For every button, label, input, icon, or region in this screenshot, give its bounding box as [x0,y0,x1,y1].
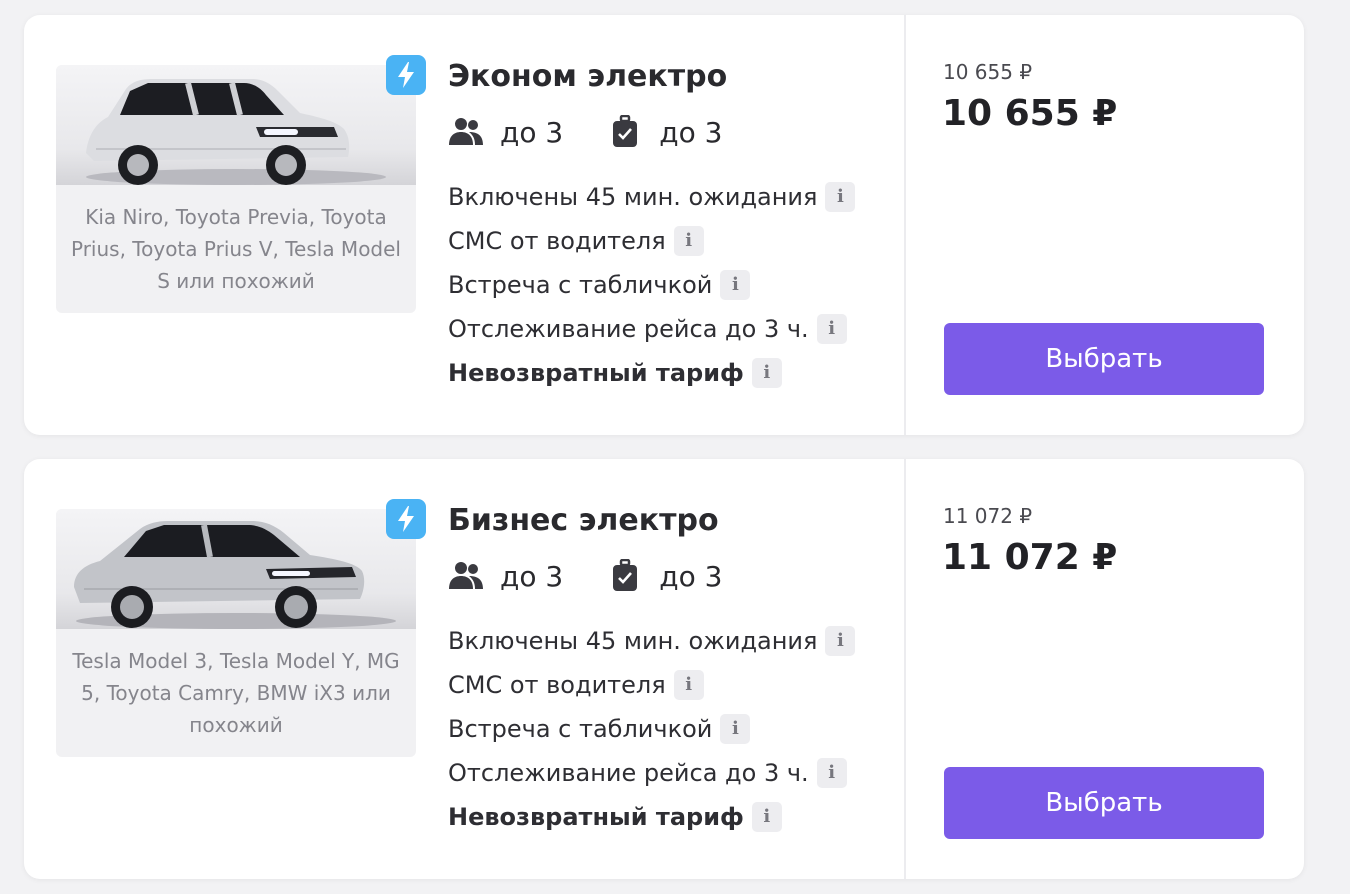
capacity-row: до 3 до 3 [448,115,722,149]
tariff-card-business-electro: Tesla Model 3, Tesla Model Y, MG 5, Toyo… [24,459,1304,879]
luggage-capacity: до 3 [607,559,722,593]
select-button[interactable]: Выбрать [944,323,1264,395]
price: 10 655 ₽ [942,93,1118,134]
tariff-card-economy-electro: Kia Niro, Toyota Previa, Toyota Prius, T… [24,15,1304,435]
feature-label: Невозвратный тариф [448,359,744,387]
passengers-icon [449,562,483,589]
card-divider [904,459,906,879]
feature-item: Включены 45 мин. ожидания i [448,619,856,663]
info-icon[interactable]: i [825,182,856,212]
feature-label: СМС от водителя [448,671,666,699]
car-preview: Tesla Model 3, Tesla Model Y, MG 5, Toyo… [56,509,416,757]
passengers-value: до 3 [500,559,564,593]
info-icon[interactable]: i [816,758,847,788]
features-list: Включены 45 мин. ожидания i СМС от водит… [448,619,856,839]
info-icon[interactable]: i [751,358,782,388]
feature-label: Отслеживание рейса до 3 ч. [448,759,809,787]
feature-item: Включены 45 мин. ожидания i [448,175,856,219]
feature-label: Встреча с табличкой [448,271,713,299]
info-icon[interactable]: i [720,270,751,300]
card-divider [904,15,906,435]
luggage-capacity: до 3 [607,115,722,149]
info-icon[interactable]: i [673,670,704,700]
info-icon[interactable]: i [816,314,847,344]
feature-label: Включены 45 мин. ожидания [448,627,818,655]
info-icon[interactable]: i [751,802,782,832]
car-image [56,65,416,185]
car-models-text: Tesla Model 3, Tesla Model Y, MG 5, Toyo… [72,649,400,737]
feature-item: СМС от водителя i [448,219,855,263]
passenger-capacity: до 3 [448,559,563,593]
feature-item: Встреча с табличкой i [448,263,855,307]
feature-item: СМС от водителя i [448,663,855,707]
lightning-icon [386,499,426,539]
feature-label: Включены 45 мин. ожидания [448,183,818,211]
info-icon[interactable]: i [673,226,704,256]
feature-label: Встреча с табличкой [448,715,713,743]
luggage-value: до 3 [659,115,723,149]
luggage-value: до 3 [659,559,723,593]
select-button[interactable]: Выбрать [944,767,1264,839]
tariff-title: Эконом электро [448,59,728,94]
old-price: 11 072 ₽ [943,504,1033,528]
capacity-row: до 3 до 3 [448,559,722,593]
feature-item-nonrefundable: Невозвратный тариф i [448,351,855,395]
passengers-icon [449,118,483,145]
feature-item-nonrefundable: Невозвратный тариф i [448,795,855,839]
luggage-icon [613,115,638,147]
info-icon[interactable]: i [720,714,751,744]
features-list: Включены 45 мин. ожидания i СМС от водит… [448,175,856,395]
feature-item: Отслеживание рейса до 3 ч. i [448,307,855,351]
price: 11 072 ₽ [942,537,1118,578]
passenger-capacity: до 3 [448,115,563,149]
car-image [56,509,416,629]
feature-label: СМС от водителя [448,227,666,255]
tariff-title: Бизнес электро [448,503,719,538]
feature-item: Отслеживание рейса до 3 ч. i [448,751,855,795]
feature-label: Отслеживание рейса до 3 ч. [448,315,809,343]
luggage-icon [613,559,638,591]
car-preview: Kia Niro, Toyota Previa, Toyota Prius, T… [56,65,416,313]
lightning-icon [386,55,426,95]
car-models-text: Kia Niro, Toyota Previa, Toyota Prius, T… [71,205,401,293]
feature-item: Встреча с табличкой i [448,707,855,751]
info-icon[interactable]: i [825,626,856,656]
passengers-value: до 3 [500,115,564,149]
old-price: 10 655 ₽ [943,60,1033,84]
feature-label: Невозвратный тариф [448,803,744,831]
